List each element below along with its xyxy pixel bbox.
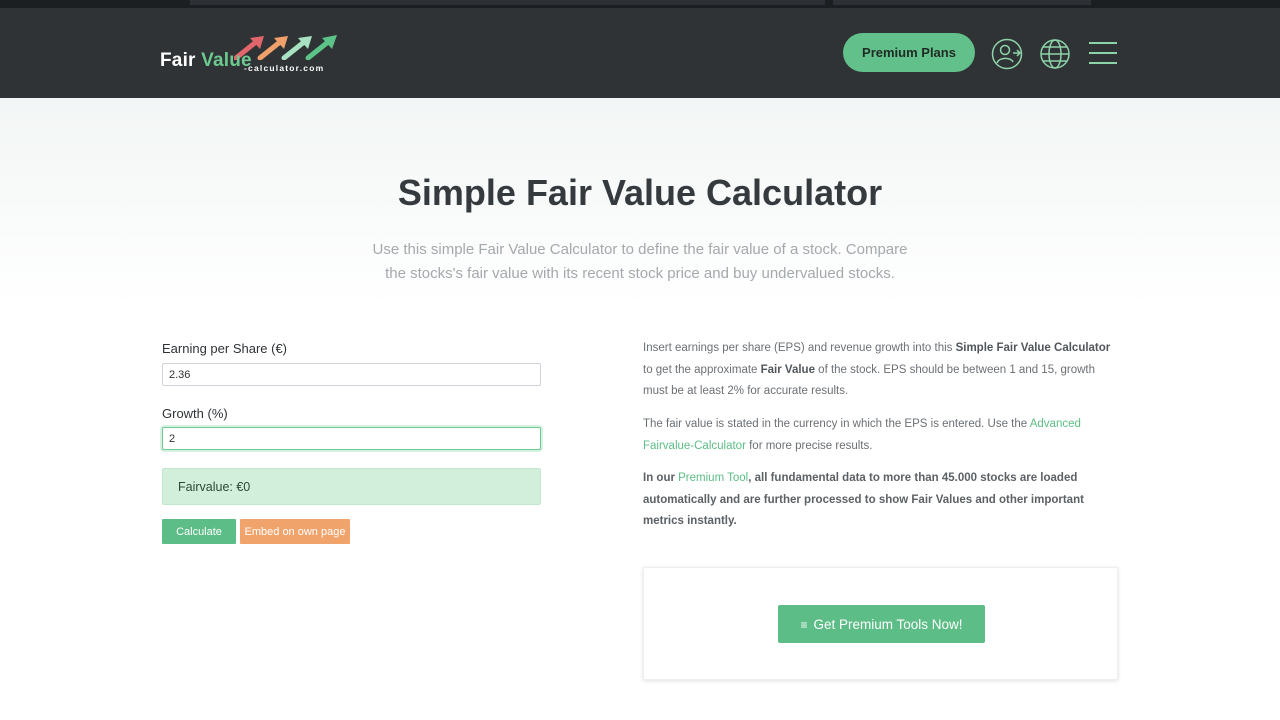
user-login-icon[interactable]	[991, 38, 1023, 70]
site-header: Fair Value -calculator.com Premium Plans	[0, 8, 1280, 98]
info-bold-text: Fair Value	[760, 363, 815, 376]
info-text: Insert earnings per share (EPS) and reve…	[643, 342, 956, 354]
get-premium-tools-button[interactable]: ≡ Get Premium Tools Now!	[778, 605, 985, 643]
growth-label: Growth (%)	[162, 406, 228, 421]
get-premium-tools-label: Get Premium Tools Now!	[813, 616, 963, 632]
logo-domain: -calculator.com	[244, 63, 325, 73]
premium-cta-card: ≡ Get Premium Tools Now!	[643, 567, 1118, 680]
hero-section: Simple Fair Value Calculator Use this si…	[0, 98, 1280, 308]
fairvalue-result: Fairvalue: €0	[162, 468, 541, 505]
info-paragraph-3: In our Premium Tool, all fundamental dat…	[643, 468, 1123, 533]
logo-wordmark: Fair Value	[160, 50, 252, 72]
logo-word-fair: Fair	[160, 50, 196, 71]
premium-plans-button[interactable]: Premium Plans	[843, 33, 975, 72]
fairvalue-result-text: Fairvalue: €0	[178, 480, 251, 494]
embed-button[interactable]: Embed on own page	[240, 519, 350, 544]
info-text: The fair value is stated in the currency…	[643, 418, 1030, 430]
page-title: Simple Fair Value Calculator	[397, 172, 883, 213]
info-paragraph-2: The fair value is stated in the currency…	[643, 414, 1123, 457]
site-logo[interactable]: Fair Value -calculator.com	[160, 34, 340, 74]
info-bold-text: Simple Fair Value Calculator	[955, 342, 1111, 354]
hamburger-menu-icon[interactable]	[1088, 38, 1118, 70]
info-paragraph-1: Insert earnings per share (EPS) and reve…	[643, 338, 1123, 403]
calculate-button[interactable]: Calculate	[162, 519, 236, 544]
info-text: to get the approximate	[643, 363, 761, 376]
globe-icon[interactable]	[1039, 38, 1071, 70]
info-text: for more precise results.	[745, 439, 873, 452]
eps-label: Earning per Share (€)	[162, 341, 288, 356]
top-strip-segment	[833, 0, 1091, 5]
growth-input[interactable]	[162, 427, 541, 450]
eps-input[interactable]	[162, 363, 541, 386]
top-strip-segment	[190, 0, 825, 5]
page-subtitle: Use this simple Fair Value Calculator to…	[372, 241, 908, 282]
top-strip	[0, 0, 1280, 8]
list-icon: ≡	[800, 617, 808, 632]
premium-tool-link[interactable]: Premium Tool	[678, 472, 748, 484]
info-text: In our	[643, 472, 679, 484]
